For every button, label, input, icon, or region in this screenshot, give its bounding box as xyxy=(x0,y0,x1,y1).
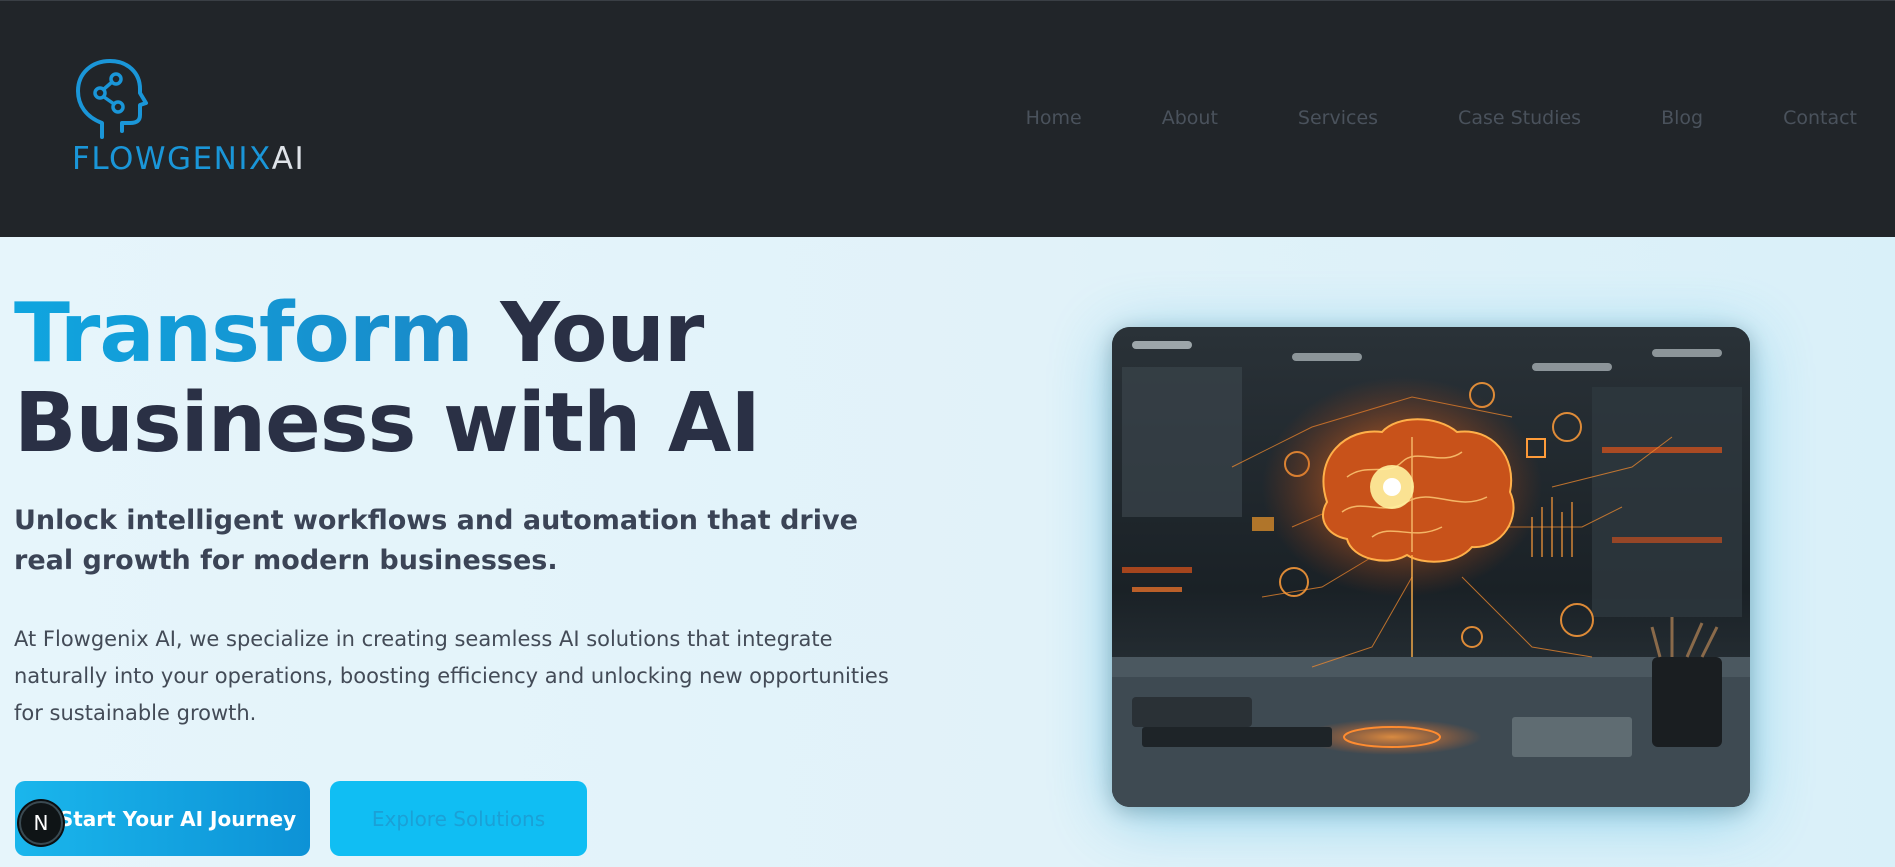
nav-link-contact[interactable]: Contact xyxy=(1783,107,1857,129)
headline-accent: Transform xyxy=(14,286,474,381)
hero-image xyxy=(1112,327,1750,807)
glowing-brain-office-image xyxy=(1112,327,1750,807)
hero-description: At Flowgenix AI, we specialize in creati… xyxy=(14,627,889,725)
nextjs-badge-icon[interactable]: N xyxy=(19,801,63,845)
nav-link-services[interactable]: Services xyxy=(1298,107,1378,129)
brand-suffix: AI xyxy=(271,141,306,177)
explore-solutions-button[interactable]: Explore Solutions xyxy=(330,781,587,856)
brand-wordmark: FLOWGENIXAI xyxy=(72,141,305,177)
hero-section: Transform Your Business with AI Unlock i… xyxy=(0,237,1895,867)
brand-name: FLOWGENIX xyxy=(72,141,272,177)
main-nav: Home About Services Case Studies Blog Co… xyxy=(1026,107,1857,129)
headline-your: Your xyxy=(472,286,704,381)
nav-link-home[interactable]: Home xyxy=(1026,107,1082,129)
brand-logo[interactable]: FLOWGENIXAI xyxy=(72,57,352,187)
brain-head-icon xyxy=(76,59,148,139)
hero-subheading: Unlock intelligent workflows and automat… xyxy=(14,505,858,576)
nav-link-about[interactable]: About xyxy=(1162,107,1218,129)
nav-link-blog[interactable]: Blog xyxy=(1661,107,1703,129)
headline-line-2: Business with AI xyxy=(14,376,761,471)
site-header: FLOWGENIXAI Home About Services Case Stu… xyxy=(0,0,1895,237)
hero-headline: Transform Your Business with AI xyxy=(14,286,761,471)
nav-link-case-studies[interactable]: Case Studies xyxy=(1458,107,1581,129)
